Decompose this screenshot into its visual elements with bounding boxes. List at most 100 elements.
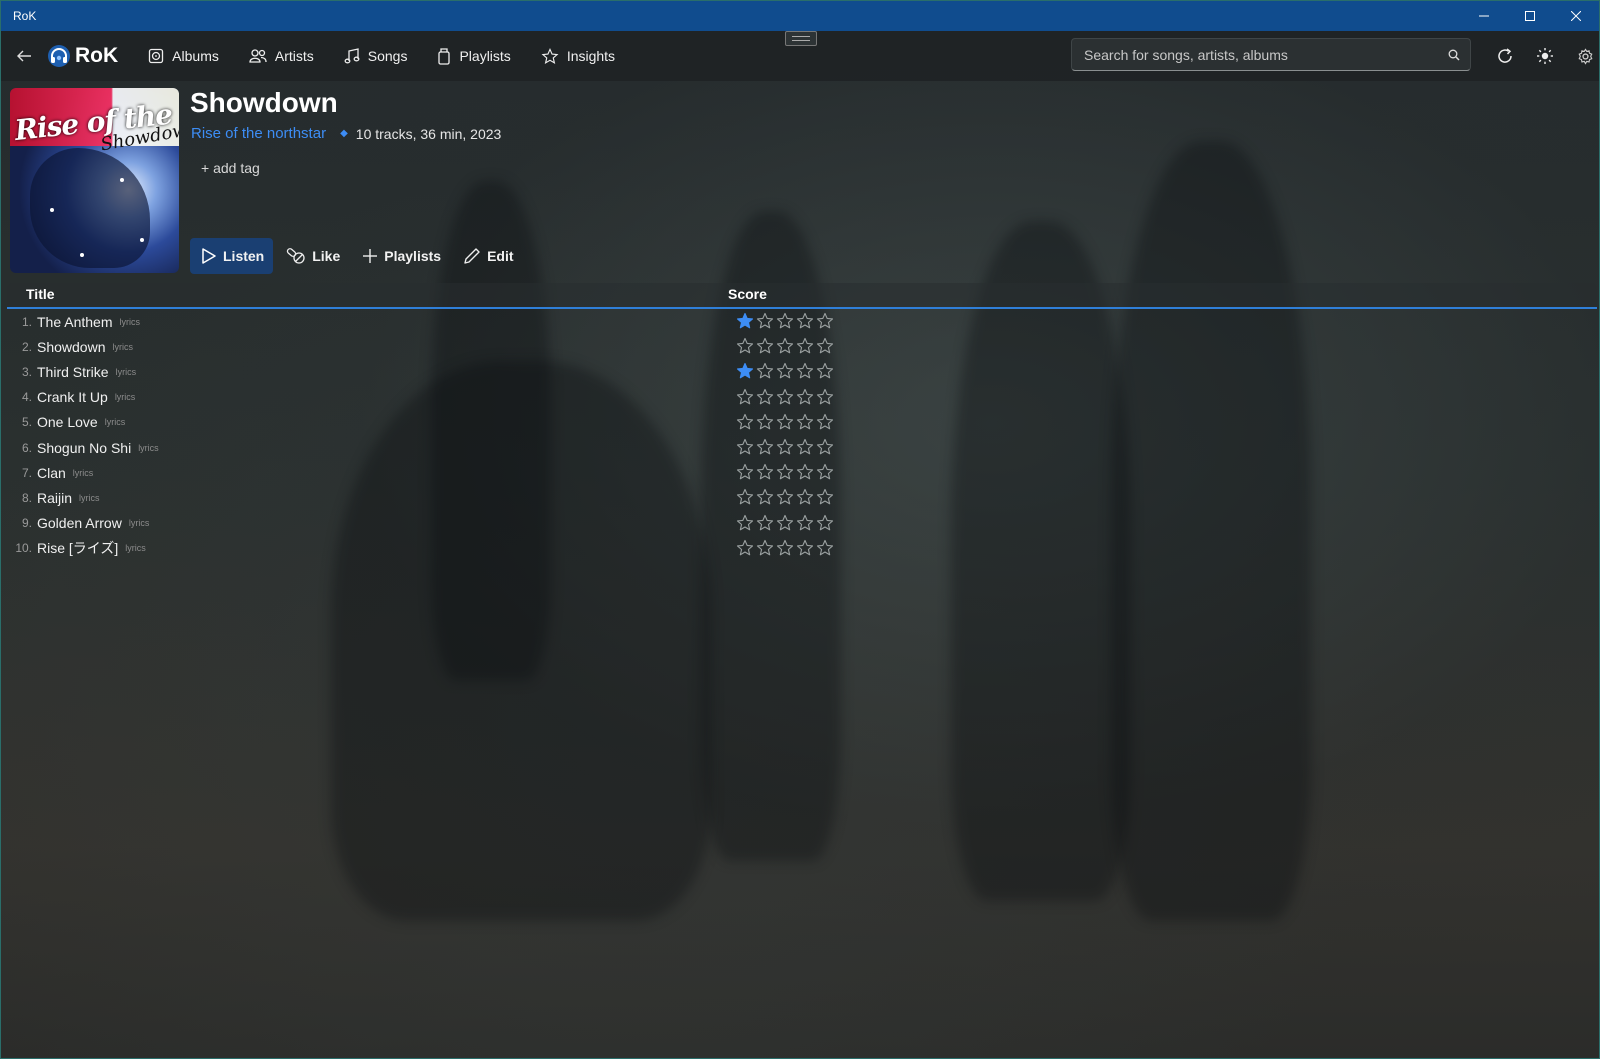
star-empty-icon[interactable] (755, 336, 775, 356)
star-empty-icon[interactable] (775, 462, 795, 482)
star-empty-icon[interactable] (775, 361, 795, 381)
star-empty-icon[interactable] (775, 437, 795, 457)
table-row[interactable]: 10. Rise [ライズ] lyrics (7, 536, 1597, 561)
star-empty-icon[interactable] (755, 462, 775, 482)
star-empty-icon[interactable] (815, 412, 835, 432)
star-empty-icon[interactable] (735, 538, 755, 558)
star-empty-icon[interactable] (795, 437, 815, 457)
nav-songs[interactable]: Songs (344, 48, 407, 64)
edit-button[interactable]: Edit (454, 238, 522, 274)
table-row[interactable]: 4. Crank It Up lyrics (7, 385, 1597, 410)
close-button[interactable] (1553, 1, 1599, 31)
track-title[interactable]: One Love (37, 414, 98, 430)
theme-toggle-button[interactable] (1525, 47, 1565, 65)
star-empty-icon[interactable] (775, 387, 795, 407)
table-row[interactable]: 3. Third Strike lyrics (7, 359, 1597, 384)
star-empty-icon[interactable] (735, 387, 755, 407)
star-empty-icon[interactable] (815, 387, 835, 407)
star-empty-icon[interactable] (755, 412, 775, 432)
star-empty-icon[interactable] (795, 311, 815, 331)
lyrics-link[interactable]: lyrics (73, 468, 94, 478)
table-row[interactable]: 1. The Anthem lyrics (7, 309, 1597, 334)
star-empty-icon[interactable] (815, 487, 835, 507)
star-empty-icon[interactable] (815, 513, 835, 533)
star-empty-icon[interactable] (735, 513, 755, 533)
star-empty-icon[interactable] (735, 437, 755, 457)
panel-drag-handle[interactable] (785, 31, 817, 46)
star-filled-icon[interactable] (735, 311, 755, 331)
track-title[interactable]: Raijin (37, 490, 72, 506)
star-empty-icon[interactable] (815, 311, 835, 331)
nav-artists[interactable]: Artists (249, 48, 314, 64)
lyrics-link[interactable]: lyrics (113, 342, 134, 352)
search-icon[interactable] (1448, 49, 1460, 61)
minimize-button[interactable] (1461, 1, 1507, 31)
add-to-playlists-button[interactable]: Playlists (353, 238, 450, 274)
star-empty-icon[interactable] (775, 487, 795, 507)
add-tag-button[interactable]: + add tag (201, 160, 260, 176)
star-empty-icon[interactable] (795, 462, 815, 482)
listen-button[interactable]: Listen (190, 238, 274, 274)
star-empty-icon[interactable] (815, 361, 835, 381)
star-empty-icon[interactable] (735, 487, 755, 507)
star-empty-icon[interactable] (775, 336, 795, 356)
nav-insights[interactable]: Insights (541, 47, 615, 65)
maximize-button[interactable] (1507, 1, 1553, 31)
lyrics-link[interactable]: lyrics (125, 543, 146, 553)
star-empty-icon[interactable] (795, 513, 815, 533)
table-row[interactable]: 6. Shogun No Shi lyrics (7, 435, 1597, 460)
table-row[interactable]: 8. Raijin lyrics (7, 485, 1597, 510)
star-empty-icon[interactable] (755, 513, 775, 533)
star-empty-icon[interactable] (775, 513, 795, 533)
track-title[interactable]: The Anthem (37, 314, 113, 330)
star-empty-icon[interactable] (755, 387, 775, 407)
track-title[interactable]: Clan (37, 465, 66, 481)
star-empty-icon[interactable] (735, 462, 755, 482)
track-title[interactable]: Third Strike (37, 364, 109, 380)
star-empty-icon[interactable] (815, 538, 835, 558)
track-title[interactable]: Shogun No Shi (37, 440, 131, 456)
star-empty-icon[interactable] (815, 437, 835, 457)
star-empty-icon[interactable] (795, 412, 815, 432)
star-empty-icon[interactable] (795, 538, 815, 558)
column-score[interactable]: Score (728, 286, 767, 302)
lyrics-link[interactable]: lyrics (129, 518, 150, 528)
star-empty-icon[interactable] (795, 361, 815, 381)
lyrics-link[interactable]: lyrics (105, 417, 126, 427)
artist-link[interactable]: Rise of the northstar (191, 125, 326, 142)
refresh-button[interactable] (1485, 47, 1525, 65)
star-empty-icon[interactable] (775, 538, 795, 558)
star-empty-icon[interactable] (795, 487, 815, 507)
star-empty-icon[interactable] (755, 538, 775, 558)
track-title[interactable]: Crank It Up (37, 389, 108, 405)
star-filled-icon[interactable] (735, 361, 755, 381)
table-row[interactable]: 5. One Love lyrics (7, 410, 1597, 435)
star-empty-icon[interactable] (775, 412, 795, 432)
lyrics-link[interactable]: lyrics (138, 443, 159, 453)
star-empty-icon[interactable] (815, 462, 835, 482)
search-input[interactable] (1082, 45, 1448, 64)
table-row[interactable]: 2. Showdown lyrics (7, 334, 1597, 359)
track-title[interactable]: Golden Arrow (37, 515, 122, 531)
star-empty-icon[interactable] (755, 437, 775, 457)
star-empty-icon[interactable] (755, 361, 775, 381)
star-empty-icon[interactable] (795, 336, 815, 356)
settings-button[interactable] (1565, 47, 1599, 65)
lyrics-link[interactable]: lyrics (79, 493, 100, 503)
lyrics-link[interactable]: lyrics (115, 392, 136, 402)
table-row[interactable]: 9. Golden Arrow lyrics (7, 511, 1597, 536)
search-box[interactable] (1071, 38, 1471, 71)
track-title[interactable]: Rise [ライズ] (37, 538, 118, 558)
star-empty-icon[interactable] (755, 487, 775, 507)
star-empty-icon[interactable] (735, 412, 755, 432)
lyrics-link[interactable]: lyrics (120, 317, 141, 327)
star-empty-icon[interactable] (755, 311, 775, 331)
nav-albums[interactable]: Albums (148, 48, 219, 64)
lyrics-link[interactable]: lyrics (116, 367, 137, 377)
column-title[interactable]: Title (26, 286, 55, 302)
brand-logo[interactable]: RoK (47, 44, 118, 68)
table-row[interactable]: 7. Clan lyrics (7, 460, 1597, 485)
nav-playlists[interactable]: Playlists (437, 47, 511, 65)
track-title[interactable]: Showdown (37, 339, 106, 355)
star-empty-icon[interactable] (795, 387, 815, 407)
